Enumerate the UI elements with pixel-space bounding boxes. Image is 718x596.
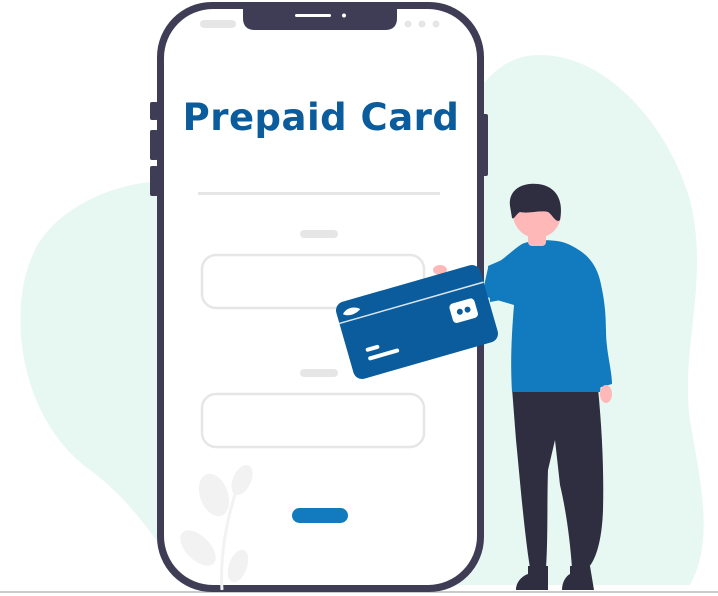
camera-icon [342,13,346,18]
phone-side-button [150,130,158,160]
input-field-placeholder [200,392,426,449]
field-label-placeholder [300,230,338,238]
status-dot-icon [418,20,426,28]
status-dot-icon [432,20,440,28]
phone-notch [243,8,397,30]
prepaid-card-illustration [0,2,718,593]
title-divider [198,192,440,195]
person-hand [600,385,612,403]
submit-button-placeholder [292,508,348,523]
page-title: Prepaid Card [182,96,460,139]
field-label-placeholder [300,369,338,377]
phone-side-button [150,166,158,196]
speaker-icon [295,14,331,17]
phone-side-button [150,102,158,120]
status-bar-pill [200,20,236,28]
status-dot-icon [404,20,412,28]
